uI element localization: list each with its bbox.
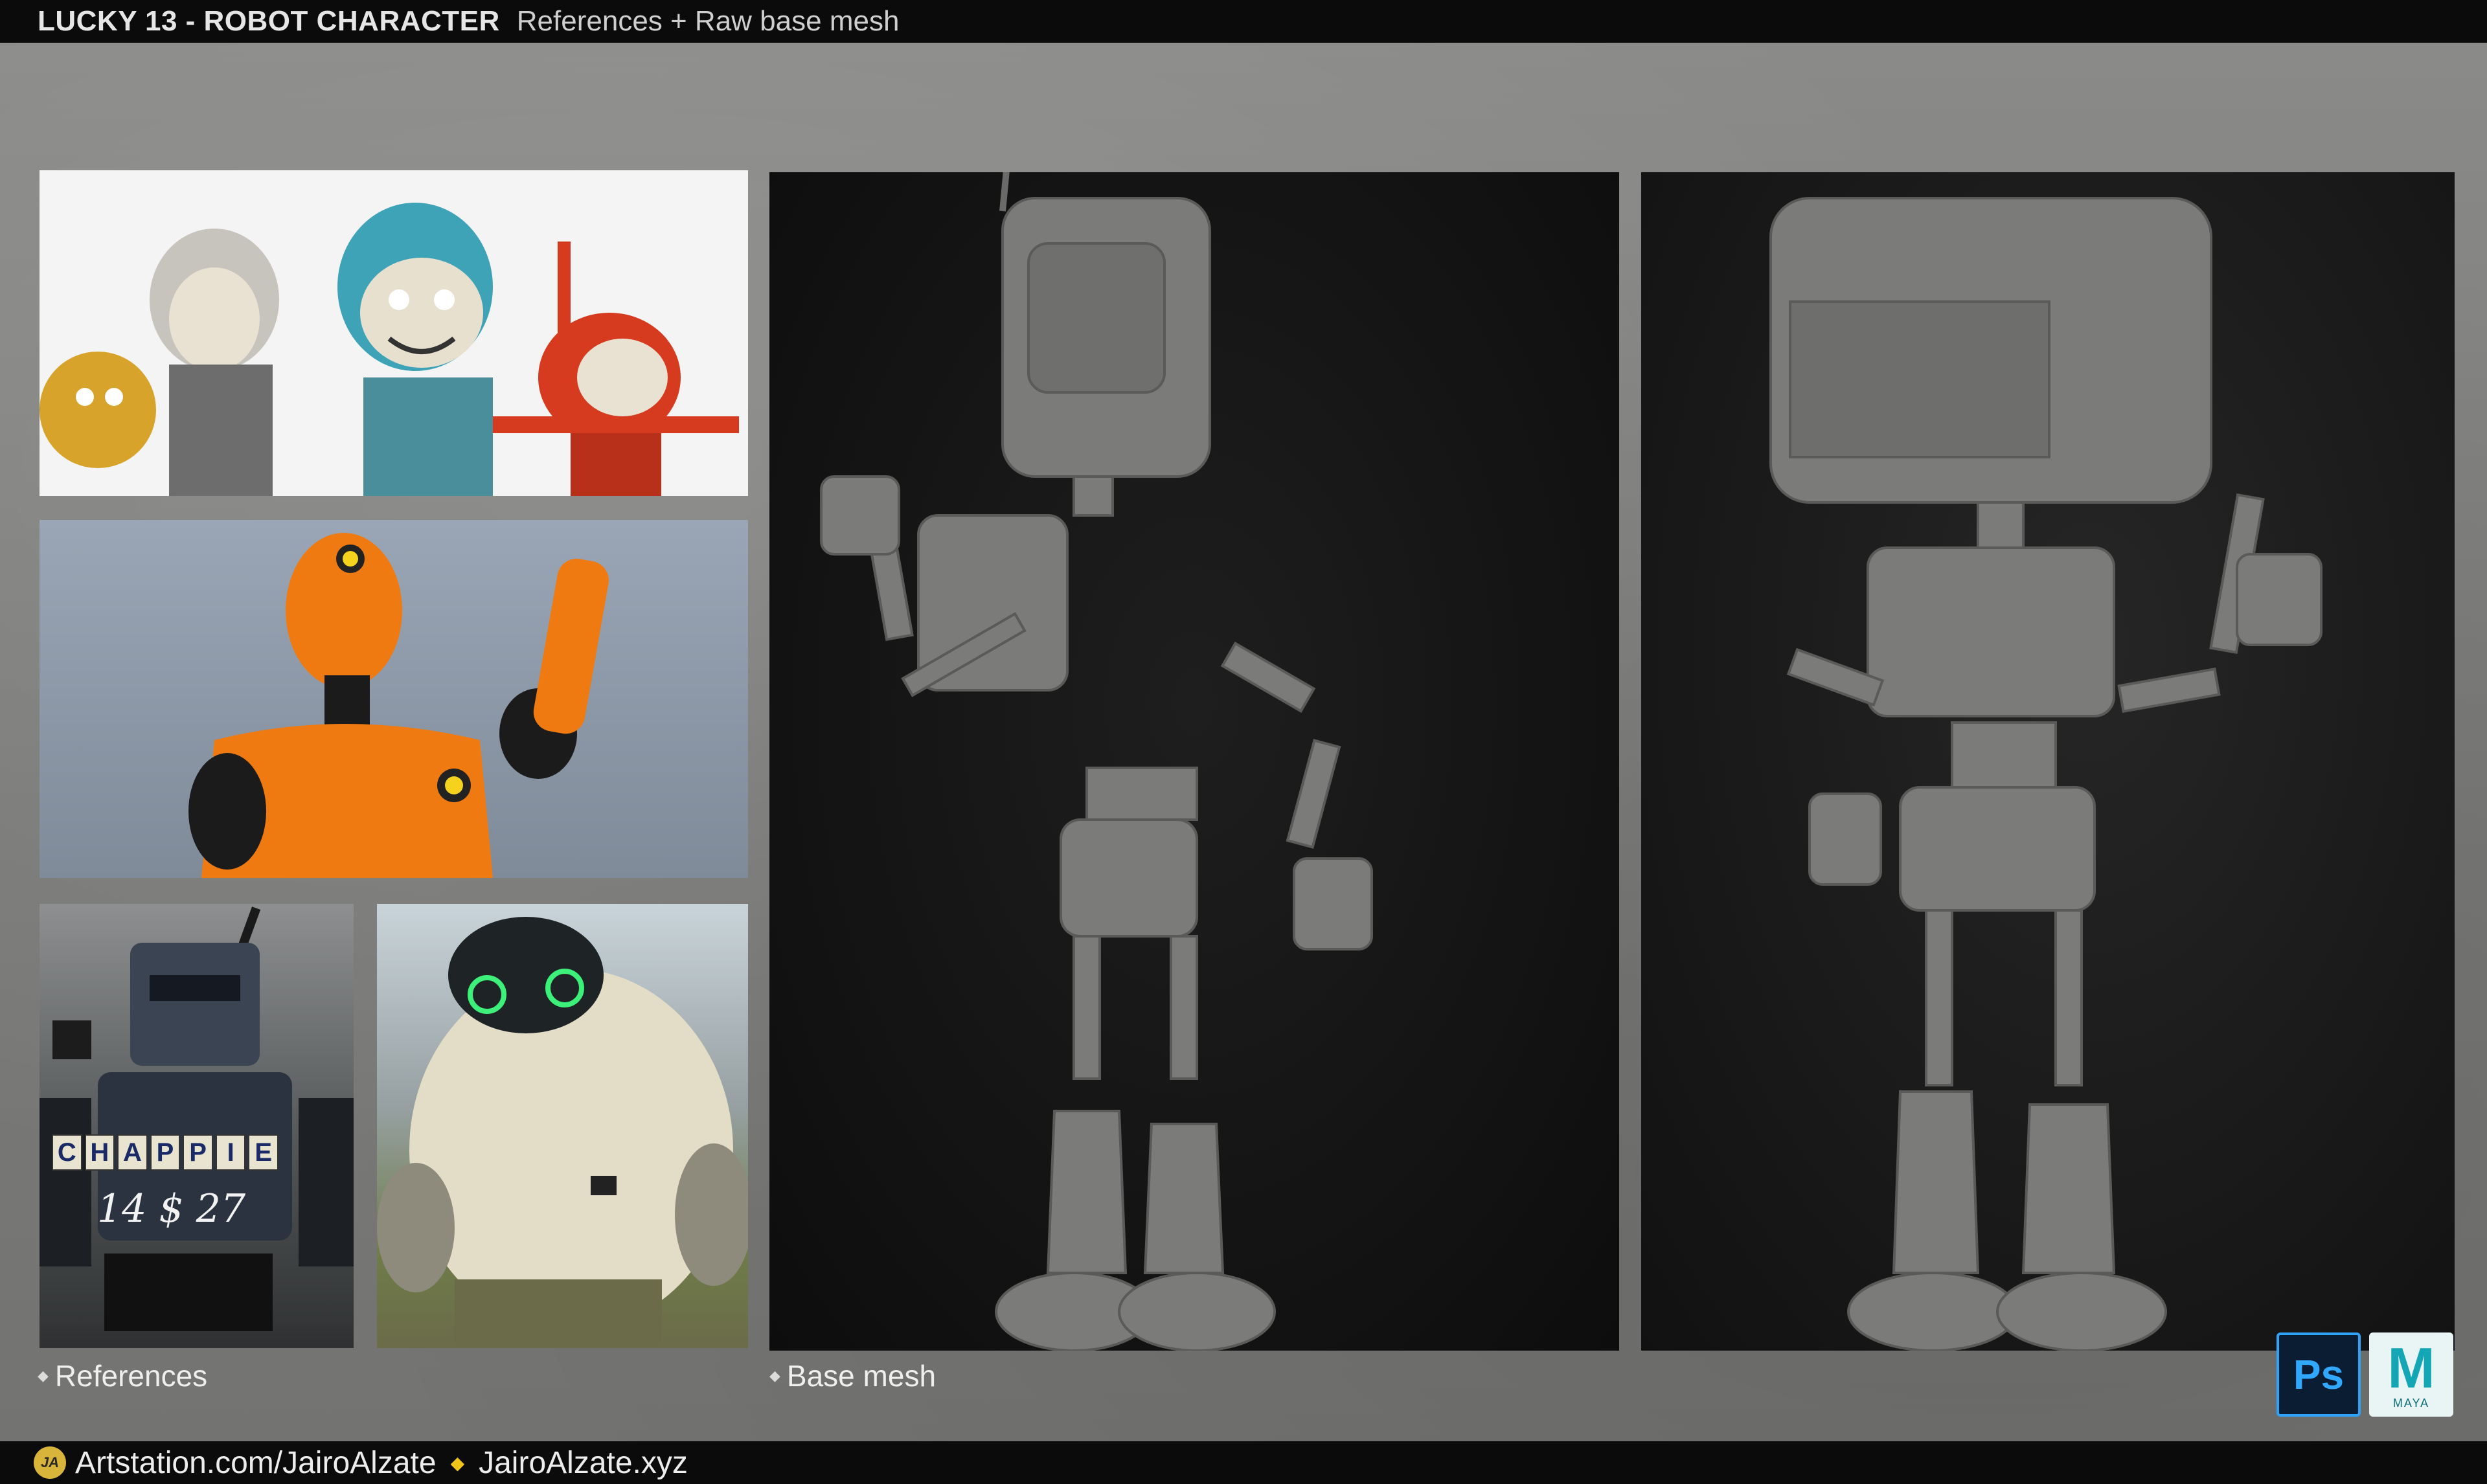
photoshop-badge: Ps — [2277, 1332, 2361, 1417]
maya-badge-text: MAYA — [2392, 1396, 2430, 1410]
chappie-letter-blocks: C H A P P I E — [52, 1134, 279, 1171]
robots-illustration — [40, 203, 739, 496]
letter-block: I — [215, 1134, 246, 1171]
title-bar: LUCKY 13 - ROBOT CHARACTER References + … — [0, 0, 2487, 43]
reference-image-crash-dummy — [40, 520, 748, 878]
diamond-separator-icon: ◆ — [450, 1452, 465, 1473]
diamond-icon: ◆ — [769, 1367, 780, 1384]
base-mesh-label: ◆ Base mesh — [769, 1358, 936, 1393]
diamond-icon: ◆ — [38, 1367, 49, 1384]
base-mesh-front-view — [769, 172, 1619, 1351]
references-label-text: References — [54, 1359, 208, 1393]
reference-image-robots-movie — [40, 170, 748, 496]
page-title: LUCKY 13 - ROBOT CHARACTER — [38, 5, 500, 37]
artstation-link[interactable]: Artstation.com/JairoAlzate — [75, 1445, 437, 1481]
photoshop-icon: Ps — [2293, 1351, 2345, 1398]
robot-mesh-front — [820, 172, 1373, 1351]
crash-dummy-illustration — [188, 533, 609, 878]
letter-block: P — [150, 1134, 181, 1171]
letter-block: A — [117, 1134, 148, 1171]
reference-image-round-robot — [377, 904, 748, 1348]
base-mesh-back-view — [1641, 172, 2455, 1351]
references-label: ◆ References — [38, 1358, 207, 1393]
maya-icon: M — [2387, 1335, 2435, 1400]
reference-image-chappie — [40, 904, 354, 1348]
letter-block: E — [248, 1134, 279, 1171]
chappie-illustration — [40, 906, 354, 1331]
chappie-sign-text: 14 $ 27 — [97, 1186, 246, 1231]
page-subtitle: References + Raw base mesh — [516, 5, 900, 37]
footer-bar: JA Artstation.com/JairoAlzate ◆ JairoAlz… — [0, 1441, 2487, 1484]
letter-block: C — [52, 1134, 82, 1171]
round-robot-illustration — [377, 917, 748, 1348]
robot-mesh-back — [1769, 197, 2322, 1351]
artist-logo-icon: JA — [34, 1446, 66, 1479]
letter-block: P — [183, 1134, 213, 1171]
maya-badge: M MAYA — [2369, 1332, 2453, 1417]
letter-block: H — [84, 1134, 115, 1171]
base-mesh-label-text: Base mesh — [786, 1359, 937, 1393]
website-link[interactable]: JairoAlzate.xyz — [479, 1445, 688, 1481]
